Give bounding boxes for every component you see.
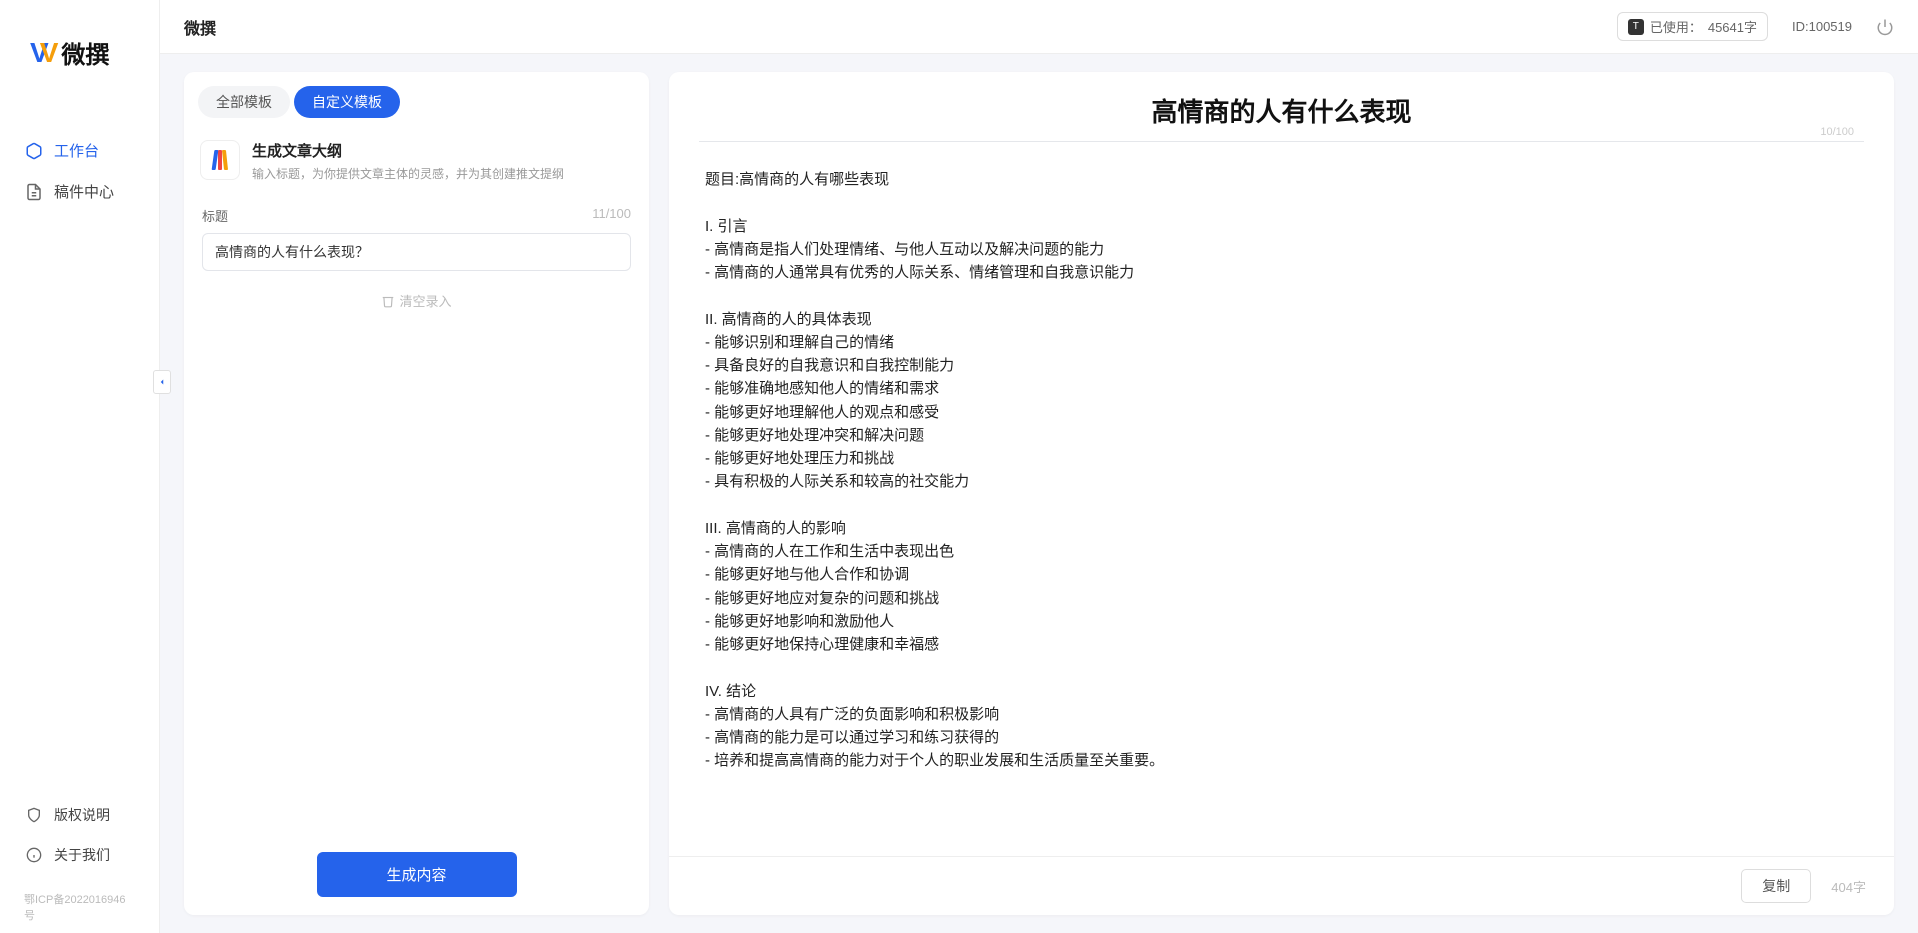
trash-icon (381, 294, 395, 308)
document-icon (24, 182, 44, 202)
generate-button[interactable]: 生成内容 (317, 852, 517, 897)
nav-item-label: 版权说明 (54, 805, 110, 825)
page-title: 微撰 (184, 15, 216, 39)
title-input[interactable] (202, 233, 631, 271)
title-label-row: 标题 11/100 (202, 206, 631, 225)
shield-icon (24, 805, 44, 825)
clear-input-link[interactable]: 清空录入 (202, 291, 631, 310)
usage-value: 45641字 (1708, 17, 1757, 36)
nav-item-label: 工作台 (54, 140, 99, 161)
nav-item-copyright[interactable]: 版权说明 (0, 795, 159, 835)
logo-text: 微撰 (61, 35, 109, 70)
template-card[interactable]: 生成文章大纲 输入标题，为你提供文章主体的灵感，并为其创建推文提纲 (198, 136, 635, 186)
topbar: 微撰 T 已使用： 45641字 ID:100519 (160, 0, 1918, 54)
output-footer: 复制 404字 (669, 856, 1894, 915)
nav-item-drafts[interactable]: 稿件中心 (0, 171, 159, 212)
nav-main: 工作台 稿件中心 (0, 130, 159, 212)
template-card-title: 生成文章大纲 (252, 140, 564, 161)
chevron-left-icon (157, 376, 167, 388)
template-card-desc: 输入标题，为你提供文章主体的灵感，并为其创建推文提纲 (252, 165, 564, 182)
nav-item-about[interactable]: 关于我们 (0, 835, 159, 875)
tab-all-templates[interactable]: 全部模板 (198, 86, 290, 118)
template-card-body: 生成文章大纲 输入标题，为你提供文章主体的灵感，并为其创建推文提纲 (252, 140, 564, 182)
books-icon (200, 140, 240, 180)
title-label: 标题 (202, 206, 228, 225)
nav-item-workspace[interactable]: 工作台 (0, 130, 159, 171)
sidebar-collapse-handle[interactable] (153, 370, 171, 394)
output-panel: 高情商的人有什么表现 10/100 题目:高情商的人有哪些表现 I. 引言 - … (669, 72, 1894, 915)
generate-button-wrap: 生成内容 (184, 834, 649, 915)
user-id: ID:100519 (1792, 19, 1852, 34)
output-body[interactable]: 题目:高情商的人有哪些表现 I. 引言 - 高情商是指人们处理情绪、与他人互动以… (669, 150, 1894, 856)
usage-badge[interactable]: T 已使用： 45641字 (1617, 12, 1768, 41)
tab-custom-templates[interactable]: 自定义模板 (294, 86, 400, 118)
usage-prefix: 已使用： (1650, 17, 1702, 36)
input-panel: 全部模板 自定义模板 生成文章大纲 输入标题，为你提供文章主体的灵感，并为其创建… (184, 72, 649, 915)
output-title-wrap: 高情商的人有什么表现 10/100 (669, 72, 1894, 150)
sidebar: VV 微撰 工作台 稿件中心 版权说明 (0, 0, 160, 933)
text-count-icon: T (1628, 19, 1644, 35)
nav-item-label: 关于我们 (54, 845, 110, 865)
form-area: 标题 11/100 清空录入 (184, 186, 649, 310)
info-icon (24, 845, 44, 865)
nav-item-label: 稿件中心 (54, 181, 114, 202)
icp-text: 鄂ICP备2022016946号 (0, 885, 159, 933)
copy-button[interactable]: 复制 (1741, 869, 1811, 903)
logo-mark-icon: VV (30, 37, 55, 69)
clear-input-label: 清空录入 (399, 291, 451, 310)
logo[interactable]: VV 微撰 (0, 0, 159, 90)
nav-bottom: 版权说明 关于我们 (0, 795, 159, 875)
power-icon[interactable] (1876, 18, 1894, 36)
output-title-counter: 10/100 (1820, 126, 1854, 138)
output-title: 高情商的人有什么表现 (699, 92, 1864, 142)
title-counter: 11/100 (592, 206, 631, 225)
template-tabs: 全部模板 自定义模板 (184, 72, 649, 118)
main: 微撰 T 已使用： 45641字 ID:100519 全部模板 自定义模板 (160, 0, 1918, 933)
content: 全部模板 自定义模板 生成文章大纲 输入标题，为你提供文章主体的灵感，并为其创建… (160, 54, 1918, 933)
output-word-count: 404字 (1831, 877, 1866, 896)
cube-icon (24, 141, 44, 161)
topbar-right: T 已使用： 45641字 ID:100519 (1617, 12, 1894, 41)
